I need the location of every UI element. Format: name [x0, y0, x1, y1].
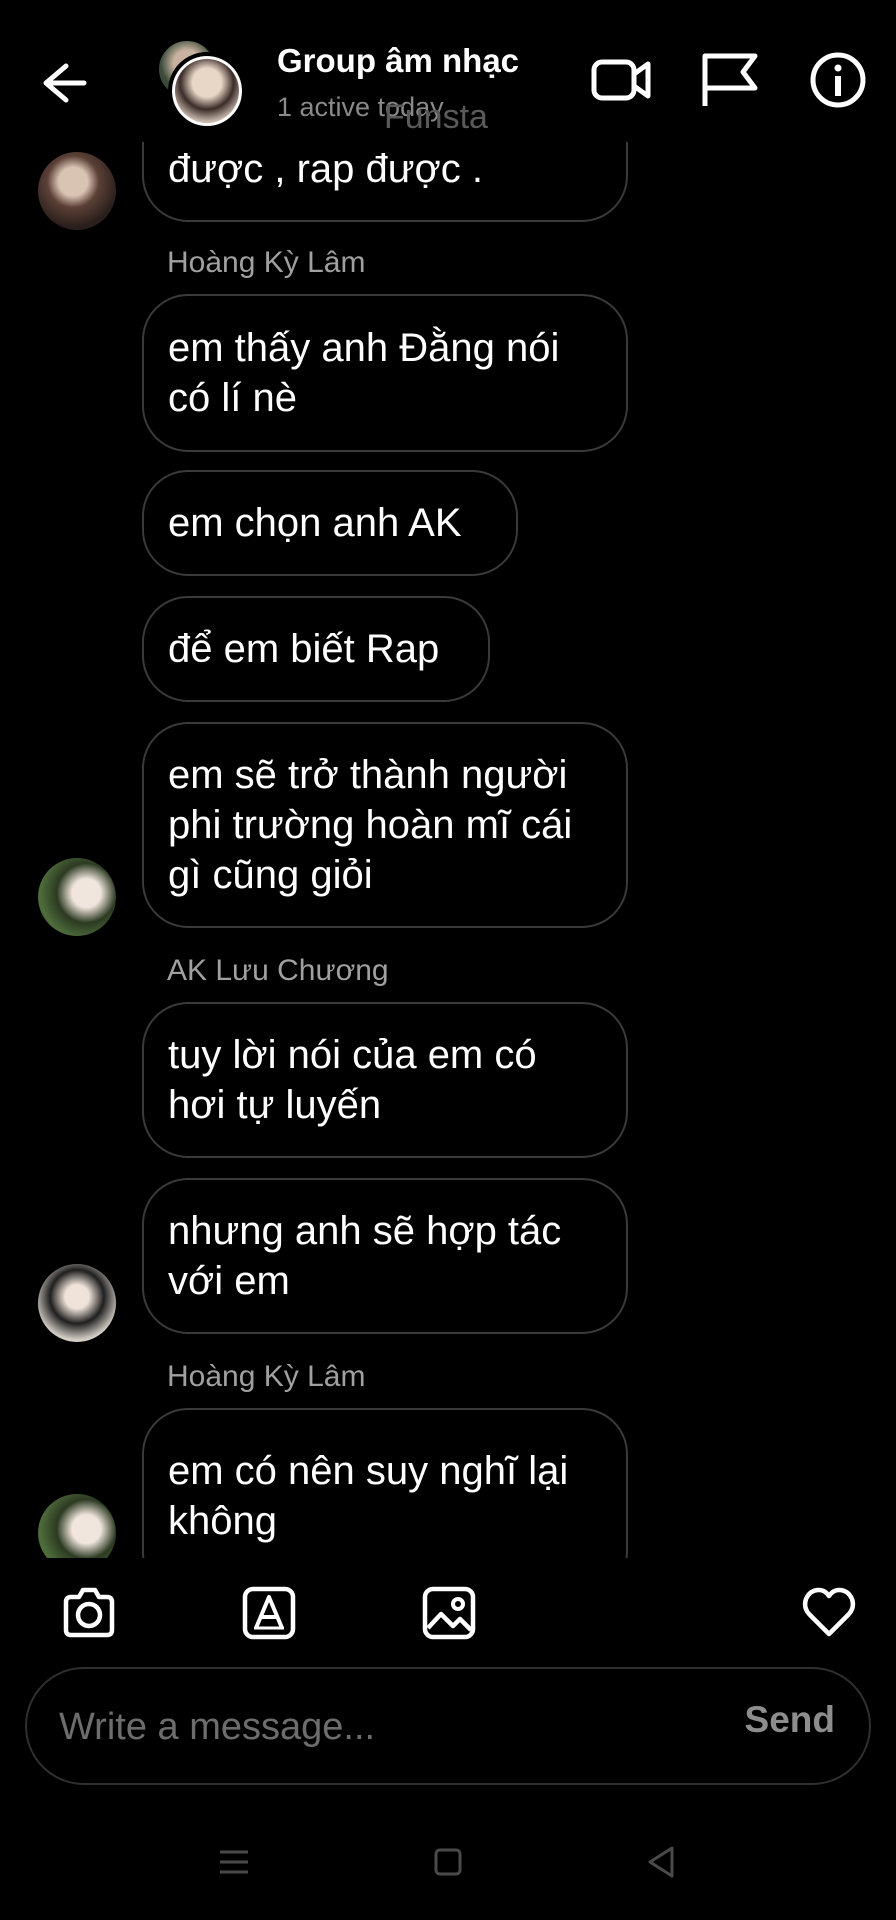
message-text: để em biết Rap [168, 627, 440, 671]
message-list[interactable]: được , rap được . Hoàng Kỳ Lâm em thấy a… [0, 142, 896, 1558]
system-back-icon[interactable] [642, 1842, 682, 1882]
avatar[interactable] [38, 858, 116, 936]
message-text: em có nên suy nghĩ lại không [168, 1449, 569, 1543]
sticker-icon[interactable] [240, 1584, 298, 1642]
message-bubble[interactable]: em sẽ trở thành người phi trường hoàn mĩ… [142, 722, 628, 928]
sender-name: Hoàng Kỳ Lâm [167, 1360, 366, 1393]
sender-name: Hoàng Kỳ Lâm [167, 246, 366, 279]
avatar[interactable] [38, 1494, 116, 1558]
message-text: tuy lời nói của em có hơi tự luyến [168, 1033, 537, 1127]
message-bubble[interactable]: được , rap được . [142, 142, 628, 222]
message-composer: Send [25, 1667, 871, 1785]
message-text: nhưng anh sẽ hợp tác với em [168, 1209, 562, 1303]
avatar[interactable] [38, 152, 116, 230]
recent-apps-icon[interactable] [214, 1842, 254, 1882]
message-bubble[interactable]: tuy lời nói của em có hơi tự luyến [142, 1002, 628, 1158]
message-text: em chọn anh AK [168, 501, 462, 545]
sender-name: AK Lưu Chương [167, 954, 389, 987]
message-bubble[interactable]: nhưng anh sẽ hợp tác với em [142, 1178, 628, 1334]
send-button[interactable]: Send [745, 1699, 835, 1741]
message-input[interactable] [57, 1693, 701, 1761]
message-bubble[interactable]: em chọn anh AK [142, 470, 518, 576]
video-call-icon[interactable] [590, 50, 654, 110]
heart-icon[interactable] [800, 1584, 858, 1642]
composer-toolbar [0, 1558, 896, 1668]
group-avatar[interactable] [156, 38, 246, 130]
system-nav-bar [0, 1820, 896, 1920]
message-bubble[interactable]: em thấy anh Đằng nói có lí nè [142, 294, 628, 452]
message-bubble[interactable]: để em biết Rap [142, 596, 490, 702]
home-icon[interactable] [428, 1842, 468, 1882]
group-avatar-member-2 [168, 52, 246, 130]
info-icon[interactable] [808, 50, 872, 110]
chat-header: Group âm nhạc 1 active today Funsta [0, 0, 896, 142]
back-arrow-icon[interactable] [36, 56, 90, 110]
camera-icon[interactable] [60, 1584, 118, 1642]
message-text: em thấy anh Đằng nói có lí nè [168, 326, 560, 420]
avatar[interactable] [38, 1264, 116, 1342]
message-bubble[interactable]: em có nên suy nghĩ lại không [142, 1408, 628, 1558]
chat-title[interactable]: Group âm nhạc [277, 42, 519, 80]
message-text: em sẽ trở thành người phi trường hoàn mĩ… [168, 753, 573, 897]
message-text: được , rap được . [168, 147, 483, 191]
gallery-icon[interactable] [420, 1584, 478, 1642]
flag-icon[interactable] [697, 50, 761, 110]
watermark: Funsta [384, 98, 488, 136]
